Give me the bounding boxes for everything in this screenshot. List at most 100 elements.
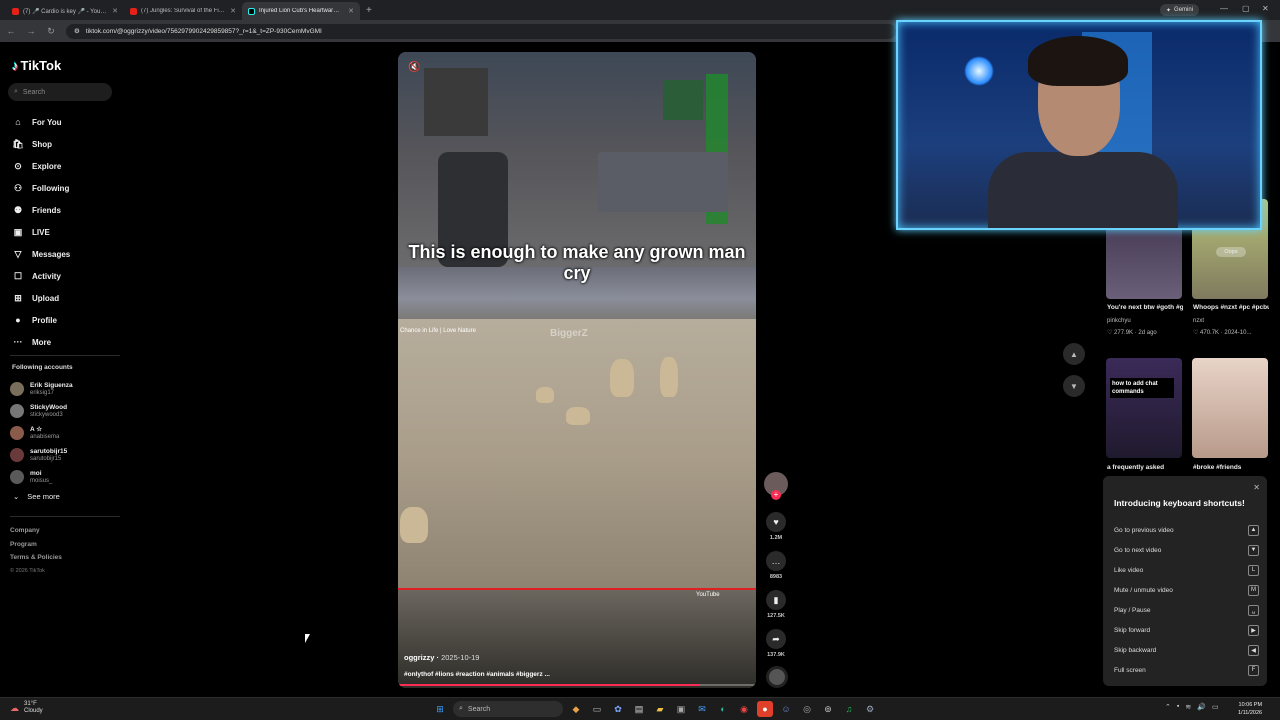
thumb-caption[interactable]: a frequently asked: [1107, 464, 1183, 471]
chrome-alt-icon[interactable]: ◎: [799, 701, 815, 717]
thumb-caption[interactable]: You're next btw #goth #gothgirl...: [1107, 304, 1183, 311]
author-name[interactable]: oggrizzy: [404, 653, 434, 662]
bookmark-icon: ▮: [766, 590, 786, 610]
copilot-icon[interactable]: ✿: [610, 701, 626, 717]
widget-icon[interactable]: ◆: [568, 701, 584, 717]
minimize-icon[interactable]: —: [1220, 4, 1228, 13]
obs-icon[interactable]: ●: [757, 701, 773, 717]
sidebar-item-friends[interactable]: ⚉ Friends: [12, 199, 70, 221]
sidebar-nav: ⌂ For You 🛍 Shop ⊙ Explore ⚇ Following ⚉ Frie…: [12, 111, 70, 353]
comment-button[interactable]: … 8983: [764, 551, 788, 580]
browser-tab-active[interactable]: Injured Lion Cub's Heartwarming... ✕: [242, 2, 360, 20]
tiktok-logo[interactable]: ♪ TikTok: [12, 58, 61, 73]
share-button[interactable]: ➦ 137.9K: [764, 629, 788, 658]
sidebar-item-shop[interactable]: 🛍 Shop: [12, 133, 70, 155]
sidebar-item-following[interactable]: ⚇ Following: [12, 177, 70, 199]
account-item[interactable]: sarutobijr15 sarutobijr15: [10, 444, 73, 466]
browser-tab[interactable]: (7) Jungles: Survival of the Fittest ✕: [124, 2, 242, 20]
terms-link[interactable]: Terms & Policies: [10, 551, 62, 565]
mute-icon[interactable]: 🔇: [408, 62, 420, 73]
save-count: 127.5K: [767, 613, 785, 619]
spotify-icon[interactable]: ♫: [841, 701, 857, 717]
taskbar: ☁ 31°F Cloudy ⊞ ⌕ Search ◆ ▭ ✿ ▤ ▰ ▣ ✉ ◐ …: [0, 697, 1280, 720]
nav-label: Following: [32, 183, 70, 193]
thumb-caption[interactable]: Whoops #nzxt #pc #pcbuilding...: [1193, 304, 1269, 311]
tray-app-icon[interactable]: ▪: [1177, 703, 1179, 711]
edge-icon[interactable]: ◐: [715, 701, 731, 717]
battery-icon[interactable]: ▭: [1212, 703, 1219, 711]
close-tab-icon[interactable]: ✕: [348, 7, 354, 15]
save-button[interactable]: ▮ 127.5K: [764, 590, 788, 619]
system-tray: ⌃ ▪ ≋ 🔊 ▭: [1165, 703, 1219, 711]
volume-icon[interactable]: 🔊: [1197, 703, 1206, 711]
terminal-icon[interactable]: ▤: [631, 701, 647, 717]
like-button[interactable]: ♥ 1.2M: [764, 512, 788, 541]
next-video-button[interactable]: ▼: [1063, 375, 1085, 397]
store-icon[interactable]: ▣: [673, 701, 689, 717]
back-icon[interactable]: ←: [6, 26, 16, 36]
gemini-button[interactable]: ✦ Gemini: [1160, 4, 1200, 16]
new-tab-button[interactable]: +: [366, 5, 372, 16]
music-disc-icon[interactable]: [766, 666, 788, 688]
steam-icon[interactable]: ⚙: [862, 701, 878, 717]
account-item[interactable]: A ☆ anabisema: [10, 422, 73, 444]
taskbar-apps: ⊞ ⌕ Search ◆ ▭ ✿ ▤ ▰ ▣ ✉ ◐ ◉ ● ☺ ◎ ⊚ ♫ ⚙: [432, 701, 878, 717]
close-icon[interactable]: ✕: [1253, 483, 1260, 492]
creator-avatar[interactable]: +: [764, 472, 788, 500]
close-window-icon[interactable]: ✕: [1262, 4, 1269, 13]
post-date: 2025-10-19: [441, 653, 480, 662]
program-link[interactable]: Program: [10, 538, 62, 552]
sidebar-item-messages[interactable]: ▽ Messages: [12, 243, 71, 265]
taskbar-search[interactable]: ⌕ Search: [453, 701, 563, 717]
account-item[interactable]: StickyWood stickywood3: [10, 400, 73, 422]
reload-icon[interactable]: ↻: [46, 26, 56, 37]
company-link[interactable]: Company: [10, 524, 62, 538]
account-item[interactable]: Erik Siguenza eriksig17: [10, 378, 73, 400]
file-explorer-icon[interactable]: ▰: [652, 701, 668, 717]
follow-plus-icon[interactable]: +: [771, 490, 781, 500]
sidebar-item-profile[interactable]: ● Profile: [12, 309, 70, 331]
tray-chevron-icon[interactable]: ⌃: [1165, 703, 1171, 711]
maximize-icon[interactable]: ▢: [1242, 4, 1250, 13]
sidebar-item-live[interactable]: ▣ LIVE: [12, 221, 70, 243]
key-icon: ▲: [1248, 524, 1259, 536]
recommended-video-thumb[interactable]: how to add chat commands: [1106, 358, 1182, 458]
mail-icon[interactable]: ✉: [694, 701, 710, 717]
chrome-icon[interactable]: ◉: [736, 701, 752, 717]
sidebar-item-more[interactable]: ··· More: [12, 331, 70, 353]
discord-icon[interactable]: ☺: [778, 701, 794, 717]
key-icon: L: [1248, 564, 1259, 576]
wifi-icon[interactable]: ≋: [1185, 703, 1191, 711]
thumb-author[interactable]: pinkchyu: [1107, 318, 1131, 324]
github-icon[interactable]: ⊚: [820, 701, 836, 717]
account-item[interactable]: moi moisus_: [10, 466, 73, 488]
thumb-author[interactable]: nzxt: [1193, 318, 1204, 324]
url-input[interactable]: ⚙ tiktok.com/@oggrizzy/video/75629799024…: [66, 23, 896, 39]
sidebar-item-for-you[interactable]: ⌂ For You: [12, 111, 70, 133]
previous-video-button[interactable]: ▲: [1063, 343, 1085, 365]
search-input[interactable]: ⌕ Search: [8, 83, 112, 101]
clock[interactable]: 10:06 PM 1/11/2026: [1238, 701, 1262, 717]
video-progress-bar[interactable]: [398, 684, 756, 686]
webcam-person-body: [988, 152, 1178, 228]
sidebar-item-upload[interactable]: ⊞ Upload: [12, 287, 70, 309]
task-view-icon[interactable]: ▭: [589, 701, 605, 717]
recommended-video-thumb[interactable]: [1192, 358, 1268, 458]
weather-widget[interactable]: ☁ 31°F Cloudy: [10, 701, 43, 715]
site-info-icon[interactable]: ⚙: [74, 27, 80, 35]
forward-icon[interactable]: →: [26, 26, 36, 36]
close-tab-icon[interactable]: ✕: [112, 7, 118, 15]
live-icon: ▣: [13, 226, 23, 237]
shortcut-row: Skip forward ▶: [1114, 620, 1259, 640]
video-player[interactable]: 🔇 Chance in Life | Love Nature BiggerZ T…: [398, 52, 756, 688]
sidebar-item-activity[interactable]: ☐ Activity: [12, 265, 70, 287]
sidebar-item-explore[interactable]: ⊙ Explore: [12, 155, 70, 177]
following-accounts-list: Erik Siguenza eriksig17 StickyWood stickyw…: [10, 378, 73, 488]
windows-start-icon[interactable]: ⊞: [432, 701, 448, 717]
thumb-caption[interactable]: #broke #friends: [1193, 464, 1269, 471]
browser-tab[interactable]: (7) 🎤 Cardio is key 🎤 - YouTube ✕: [6, 2, 124, 20]
video-hashtags[interactable]: #onlythof #lions #reaction #animals #big…: [404, 671, 550, 678]
close-tab-icon[interactable]: ✕: [230, 7, 236, 15]
nav-label: Friends: [32, 205, 61, 215]
see-more-button[interactable]: ⌄ See more: [13, 492, 60, 501]
